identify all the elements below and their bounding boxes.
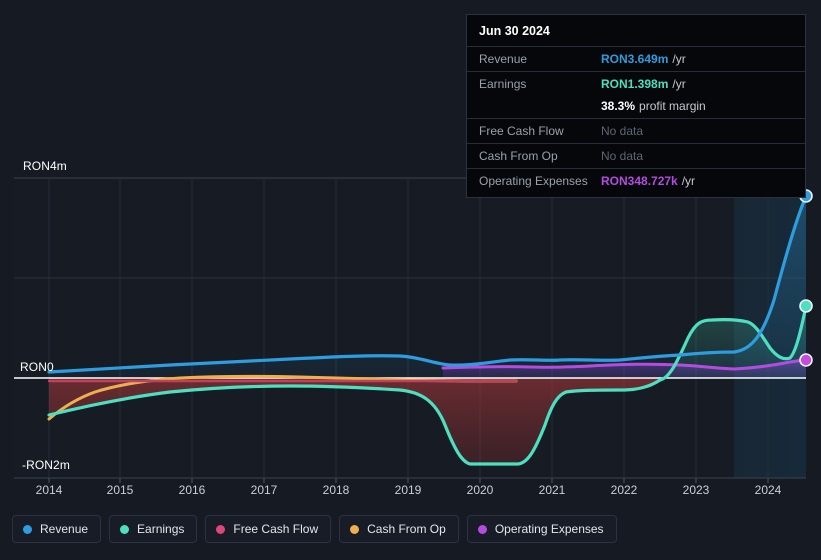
tooltip-row: Free Cash Flow No data [467,118,805,143]
y-axis-label-zero: RON0 [20,360,54,374]
tooltip-row-key: Operating Expenses [479,174,588,188]
legend-item-label: Operating Expenses [494,522,604,536]
tooltip-row-value: RON348.727k [601,174,678,188]
x-axis-label-2014: 2014 [35,483,63,497]
x-axis-label-2022: 2022 [610,483,638,497]
tooltip-row: Earnings RON1.398m/yr [467,71,805,96]
tooltip-row-value: RON1.398m [601,77,669,91]
x-axis-label-2021: 2021 [538,483,566,497]
legend-item-label: Earnings [137,522,185,536]
tooltip-row-suffix: profit margin [639,99,706,113]
tooltip-date: Jun 30 2024 [479,24,550,38]
tooltip-row-suffix: /yr [672,77,686,91]
y-axis-label-top: RON4m [23,159,67,173]
x-axis-label-2020: 2020 [466,483,494,497]
plot-background [14,178,806,478]
legend-item-label: Cash From Op [367,522,446,536]
tooltip-row-value-wrap: No data [601,147,643,165]
legend-item-revenue[interactable]: Revenue [12,515,102,543]
legend-item-label: Free Cash Flow [233,522,319,536]
tooltip-rows: Revenue RON3.649m/yr Earnings RON1.398m/yr 3… [467,46,805,193]
x-axis-label-2024: 2024 [754,483,782,497]
legend-item-label: Revenue [40,522,89,536]
tooltip-row-value-wrap: No data [601,122,643,140]
legend-item-earnings[interactable]: Earnings [109,515,198,543]
tooltip-row-value-wrap: RON348.727k/yr [601,172,695,190]
legend-color-dot-icon [23,524,32,534]
tooltip-row-key: Revenue [479,52,528,66]
x-axis-label-2015: 2015 [106,483,134,497]
tooltip-row-key: Free Cash Flow [479,124,564,138]
earnings-endpoint-marker [799,299,813,313]
legend-color-dot-icon [477,524,487,534]
legend-item-free-cash-flow[interactable]: Free Cash Flow [205,515,332,543]
x-axis-labels: 2014 2015 2016 2017 2018 2019 2020 2021 2022 2023… [0,483,821,503]
legend-item-operating-expenses[interactable]: Operating Expenses [466,515,617,543]
x-axis-label-2019: 2019 [394,483,422,497]
tooltip-row-key: Cash From Op [479,149,558,163]
chart-page: RON4m RON0 -RON2m 2014 2015 2016 2017 2018 20… [0,0,821,560]
tooltip-row-suffix: /yr [681,174,696,188]
legend-item-cash-from-op[interactable]: Cash From Op [339,515,459,543]
opex-endpoint-marker [799,353,813,367]
tooltip-row-value-wrap: 38.3% profit margin [601,97,706,115]
tooltip-row: Revenue RON3.649m/yr [467,46,805,71]
x-axis-label-2016: 2016 [178,483,206,497]
tooltip-row-key: Earnings [479,77,527,91]
tooltip-row-suffix: /yr [672,52,686,66]
chart-tooltip: Jun 30 2024 Revenue RON3.649m/yr Earnings R… [466,14,806,198]
chart-legend: Revenue Earnings Free Cash Flow Cash From O… [12,515,617,543]
tooltip-row-value: No data [601,149,644,163]
tooltip-row: 38.3% profit margin [467,96,805,118]
tooltip-row-value: 38.3% [601,99,636,113]
x-axis-label-2023: 2023 [682,483,710,497]
tooltip-row-value: No data [601,124,644,138]
x-axis-label-2017: 2017 [250,483,278,497]
legend-color-dot-icon [120,524,130,534]
legend-color-dot-icon [216,524,226,534]
tooltip-row-value-wrap: RON1.398m/yr [601,75,686,93]
legend-color-dot-icon [350,524,360,534]
tooltip-row: Operating Expenses RON348.727k/yr [467,168,805,193]
y-axis-label-bottom: -RON2m [22,458,70,472]
tooltip-row-value-wrap: RON3.649m/yr [601,50,686,68]
x-axis-label-2018: 2018 [322,483,350,497]
tooltip-row-value: RON3.649m [601,52,669,66]
tooltip-row: Cash From Op No data [467,143,805,168]
